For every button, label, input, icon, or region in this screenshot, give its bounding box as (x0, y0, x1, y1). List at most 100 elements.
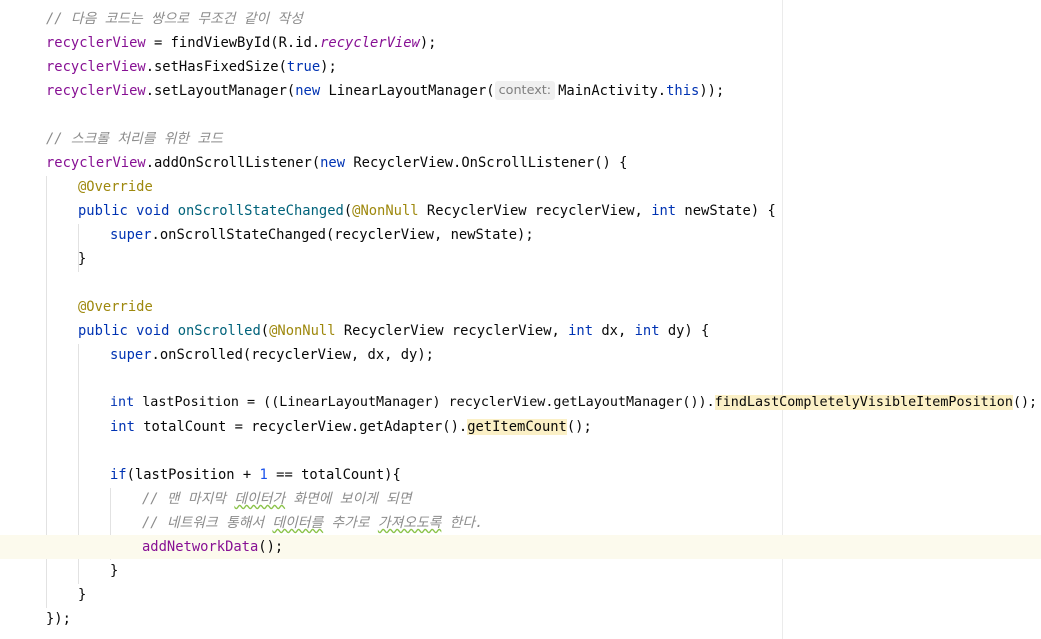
code-token: addNetworkData (142, 539, 259, 555)
code-line[interactable]: public void onScrollStateChanged(@NonNul… (0, 199, 1041, 223)
code-token: new (295, 83, 321, 99)
code-text: recyclerView.setLayoutManager(new Linear… (46, 79, 724, 103)
code-token: recyclerView (320, 35, 420, 51)
code-token: .addOnScrollListener( (145, 155, 321, 171)
code-token: } (78, 587, 87, 603)
code-token: ( (343, 203, 353, 219)
code-line[interactable]: recyclerView = findViewById(R.id.recycle… (0, 31, 1041, 55)
parameter-hint: context: (494, 81, 556, 100)
code-token: int (634, 323, 660, 339)
code-text: @Override (78, 175, 153, 199)
code-token: if (110, 467, 127, 483)
code-text: // 네트워크 통해서 데이터를 추가로 가져오도록 한다. (142, 511, 483, 535)
code-token: @NonNull (269, 323, 336, 339)
code-token: 데이터를 (272, 515, 324, 531)
code-token: 1 (259, 467, 268, 483)
code-token: .setHasFixedSize( (145, 59, 287, 75)
code-line[interactable]: recyclerView.addOnScrollListener(new Rec… (0, 151, 1041, 175)
code-token: dx, (593, 323, 635, 339)
code-token: getItemCount (467, 419, 567, 435)
code-line[interactable] (0, 439, 1041, 463)
code-line[interactable]: // 맨 마지막 데이터가 화면에 보이게 되면 (0, 487, 1041, 511)
code-token: @Override (78, 299, 153, 315)
code-token: .onScrolled(recyclerView, dx, dy); (151, 347, 434, 363)
code-line[interactable]: } (0, 247, 1041, 271)
code-line[interactable]: } (0, 559, 1041, 583)
code-token: 가져오도록 (377, 515, 442, 531)
code-token: int (110, 419, 135, 435)
code-token: RecyclerView.OnScrollListener() { (345, 155, 628, 171)
code-line[interactable]: // 다음 코드는 쌍으로 무조건 같이 작성 (0, 7, 1041, 31)
code-token: newState) { (676, 203, 776, 219)
code-token: lastPosition = ((LinearLayoutManager) re… (134, 395, 715, 410)
code-token: )); (699, 83, 725, 99)
code-token: (lastPosition + (126, 467, 260, 483)
code-token: findLastCompletelyVisibleItemPosition (714, 395, 1013, 410)
code-token: recyclerView (46, 59, 146, 75)
code-token: RecyclerView recyclerView, (418, 203, 652, 219)
code-line[interactable] (0, 271, 1041, 295)
code-token: new (320, 155, 346, 171)
code-token: int (651, 203, 677, 219)
code-line[interactable]: }); (0, 607, 1041, 631)
code-token: int (568, 323, 594, 339)
code-token: .setLayoutManager( (145, 83, 296, 99)
code-text: public void onScrolled(@NonNull Recycler… (78, 319, 709, 343)
code-token: 데이터가 (234, 491, 286, 507)
code-token: RecyclerView recyclerView, (335, 323, 569, 339)
code-token: super (110, 227, 152, 243)
code-line[interactable]: super.onScrollStateChanged(recyclerView,… (0, 223, 1041, 247)
code-token: recyclerView (46, 155, 146, 171)
code-line[interactable]: // 스크롤 처리를 위한 코드 (0, 127, 1041, 151)
code-token: ( (260, 323, 270, 339)
code-token: int (110, 395, 135, 410)
code-token: onScrollStateChanged (177, 203, 344, 219)
code-line[interactable]: recyclerView.setHasFixedSize(true); (0, 55, 1041, 79)
code-token: LinearLayoutManager( (320, 83, 495, 99)
code-text: recyclerView = findViewById(R.id.recycle… (46, 31, 436, 55)
code-token: 추가로 (323, 515, 378, 531)
code-text: recyclerView.setHasFixedSize(true); (46, 55, 337, 79)
code-text: // 다음 코드는 쌍으로 무조건 같이 작성 (46, 7, 303, 31)
code-token: recyclerView (46, 83, 146, 99)
code-editor[interactable]: // 다음 코드는 쌍으로 무조건 같이 작성 recyclerView = f… (0, 0, 1041, 639)
code-token: 화면에 보이게 되면 (285, 491, 412, 507)
code-line[interactable] (0, 367, 1041, 391)
code-line[interactable]: super.onScrolled(recyclerView, dx, dy); (0, 343, 1041, 367)
code-token: = findViewById(R.id. (145, 35, 321, 51)
code-line[interactable] (0, 103, 1041, 127)
code-token: } (110, 563, 119, 579)
code-token: == totalCount){ (267, 467, 401, 483)
code-token: public void (78, 203, 178, 219)
code-line[interactable]: @Override (0, 175, 1041, 199)
code-text: super.onScrolled(recyclerView, dx, dy); (110, 343, 434, 367)
code-token: // 스크롤 처리를 위한 코드 (46, 131, 223, 147)
code-text: } (110, 559, 118, 583)
code-token: @NonNull (352, 203, 419, 219)
code-text: @Override (78, 295, 153, 319)
current-code-line[interactable]: addNetworkData(); (0, 535, 1041, 559)
code-line[interactable]: int lastPosition = ((LinearLayoutManager… (0, 391, 1041, 415)
code-token: ); (419, 35, 437, 51)
code-line[interactable]: int totalCount = recyclerView.getAdapter… (0, 415, 1041, 439)
code-token: // 다음 코드는 쌍으로 무조건 같이 작성 (46, 11, 303, 27)
code-text: // 스크롤 처리를 위한 코드 (46, 127, 223, 151)
code-line[interactable]: // 네트워크 통해서 데이터를 추가로 가져오도록 한다. (0, 511, 1041, 535)
code-line[interactable]: } (0, 583, 1041, 607)
code-token: dy) { (659, 323, 710, 339)
code-token: @Override (78, 179, 153, 195)
code-line[interactable]: public void onScrolled(@NonNull Recycler… (0, 319, 1041, 343)
code-text: if(lastPosition + 1 == totalCount){ (110, 463, 401, 487)
code-line[interactable]: recyclerView.setLayoutManager(new Linear… (0, 79, 1041, 103)
code-token: // 네트워크 통해서 (142, 515, 273, 531)
code-token: onScrolled (177, 323, 261, 339)
code-token: (); (566, 419, 592, 435)
code-text: } (78, 583, 86, 607)
code-token: ); (320, 59, 337, 75)
code-token: recyclerView (46, 35, 146, 51)
code-line[interactable]: if(lastPosition + 1 == totalCount){ (0, 463, 1041, 487)
code-token: public void (78, 323, 178, 339)
code-token: (); (258, 539, 284, 555)
code-text: }); (46, 607, 71, 631)
code-line[interactable]: @Override (0, 295, 1041, 319)
